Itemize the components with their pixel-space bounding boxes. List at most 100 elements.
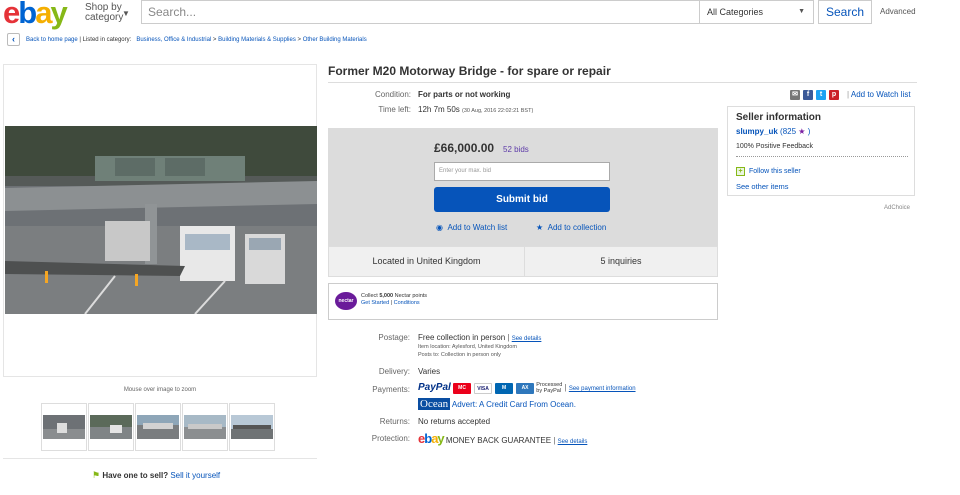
main-image-frame[interactable]: [3, 64, 317, 377]
thumbnail[interactable]: [88, 403, 134, 451]
feedback-score-link[interactable]: (825: [780, 127, 796, 136]
nectar-logo: nectar: [335, 292, 357, 310]
end-time: (30 Aug, 2016 22:02:21 BST): [462, 108, 534, 114]
thumbnail[interactable]: [41, 403, 87, 451]
add-to-watch-list-link[interactable]: | Add to Watch list: [847, 90, 911, 99]
breadcrumb-sep: >: [212, 37, 217, 43]
seller-id: slumpy_uk (825 ★ ): [736, 127, 810, 136]
see-payment-info-link[interactable]: See payment information: [569, 386, 636, 392]
listed-in-label: | Listed in category:: [79, 37, 132, 43]
bid-count-link[interactable]: 52 bids: [503, 145, 529, 154]
thumbnail[interactable]: [182, 403, 228, 451]
breadcrumb-item[interactable]: Building Materials & Supplies: [218, 37, 296, 43]
watch-label: Add to Watch list: [447, 223, 508, 232]
protection-see-details-link[interactable]: See details: [558, 439, 588, 445]
star-icon: ★: [536, 223, 544, 232]
delivery-value: Varies: [418, 367, 441, 376]
thumbnail[interactable]: [229, 403, 275, 451]
get-started-link[interactable]: Get Started: [361, 300, 389, 306]
payments-label: Payments:: [372, 385, 410, 394]
bridge-collapse-photo: [5, 126, 317, 314]
divider: [736, 156, 908, 157]
item-location: Item location: Aylesford, United Kingdom: [418, 344, 517, 350]
time-left-value: 12h 7m 50s: [418, 105, 460, 114]
seller-heading: Seller information: [736, 112, 822, 123]
nectar-text: Collect 5,000 Nectar points Get Started …: [361, 293, 428, 306]
pinterest-icon[interactable]: p: [829, 90, 839, 100]
chevron-down-icon: ▼: [798, 8, 805, 15]
advanced-search-link[interactable]: Advanced: [880, 7, 916, 16]
location-bar: Located in United Kingdom 5 inquiries: [328, 246, 718, 277]
protection-value: ebay MONEY BACK GUARANTEE | See details: [418, 431, 588, 446]
tag-icon: ⚑: [92, 470, 101, 480]
adchoice-link[interactable]: AdChoice: [884, 205, 910, 211]
ebay-logo[interactable]: ebay: [3, 0, 68, 30]
posts-to: Posts to: Collection in person only: [418, 352, 501, 358]
location-text: Located in United Kingdom: [329, 247, 525, 276]
search-input[interactable]: Search...: [141, 0, 699, 24]
add-to-collection-button[interactable]: ★ Add to collection: [536, 223, 606, 232]
add-watch-label: Add to Watch list: [850, 90, 911, 99]
delivery-label: Delivery:: [378, 367, 410, 376]
condition-value: For parts or not working: [418, 90, 511, 99]
time-left: 12h 7m 50s (30 Aug, 2016 22:02:21 BST): [418, 105, 533, 114]
collection-label: Add to collection: [547, 223, 607, 232]
breadcrumb-sep: >: [297, 37, 302, 43]
payment-methods: PayPal MC VISA M AX Processed by PayPal …: [418, 382, 636, 394]
postage-see-details-link[interactable]: See details: [512, 336, 542, 342]
amex-icon: AX: [516, 382, 535, 394]
postage-value: Free collection in person | See details: [418, 333, 542, 342]
plus-icon: +: [736, 167, 745, 176]
visa-icon: VISA: [474, 382, 493, 394]
bid-box: £66,000.00 52 bids Enter your max. bid S…: [328, 128, 718, 246]
paypal-logo: PayPal: [418, 382, 451, 394]
follow-label: Follow this seller: [749, 168, 801, 175]
back-to-home-link[interactable]: Back to home page: [26, 37, 78, 43]
ocean-logo: Ocean: [418, 398, 451, 410]
email-icon[interactable]: ✉: [790, 90, 800, 100]
header: ebay Shop by category ▼ Search... All Ca…: [0, 0, 960, 30]
category-label: category: [85, 12, 124, 23]
seller-username-link[interactable]: slumpy_uk: [736, 127, 778, 136]
thumbnail-strip: [41, 403, 275, 451]
divider: [3, 458, 317, 459]
nectar-collect: Collect: [361, 293, 378, 299]
add-to-watch-list-button[interactable]: ◉ Add to Watch list: [436, 223, 507, 232]
submit-bid-button[interactable]: Submit bid: [434, 187, 610, 212]
max-bid-input[interactable]: Enter your max. bid: [434, 162, 610, 181]
feedback-close: ): [807, 127, 811, 136]
sell-question: Have one to sell?: [102, 471, 169, 480]
breadcrumb: Back to home page | Listed in category: …: [26, 37, 367, 43]
follow-seller-link[interactable]: + Follow this seller: [736, 167, 801, 176]
breadcrumb-item[interactable]: Other Building Materials: [303, 37, 367, 43]
by-paypal-label: by PayPal: [536, 388, 562, 394]
nectar-points: 5,000: [379, 293, 394, 299]
star-icon: ★: [798, 127, 806, 136]
postage-text: Free collection in person: [418, 333, 506, 342]
conditions-link[interactable]: Conditions: [394, 300, 420, 306]
time-left-label: Time left:: [378, 105, 411, 114]
ebay-mbg-logo: ebay: [418, 431, 445, 446]
back-arrow-icon[interactable]: ‹: [7, 33, 20, 46]
item-title: Former M20 Motorway Bridge - for spare o…: [328, 64, 611, 78]
twitter-icon[interactable]: t: [816, 90, 826, 100]
returns-label: Returns:: [379, 417, 410, 426]
thumbnail[interactable]: [135, 403, 181, 451]
see-other-items-link[interactable]: See other items: [736, 182, 789, 191]
nectar-promo: nectar Collect 5,000 Nectar points Get S…: [328, 283, 718, 320]
zoom-hint: Mouse over image to zoom: [123, 387, 197, 393]
category-select[interactable]: All Categories ▼: [699, 0, 814, 24]
returns-value: No returns accepted: [418, 417, 491, 426]
main-photo[interactable]: [5, 126, 317, 314]
ocean-advert[interactable]: Ocean Advert: A Credit Card From Ocean.: [418, 398, 576, 410]
facebook-icon[interactable]: f: [803, 90, 813, 100]
maestro-icon: M: [495, 382, 514, 394]
sell-it-yourself-link[interactable]: Sell it yourself: [170, 471, 220, 480]
divider: [328, 82, 917, 83]
positive-feedback: 100% Positive Feedback: [736, 143, 814, 150]
inquiries-count: 5 inquiries: [600, 256, 642, 266]
breadcrumb-item[interactable]: Business, Office & Industrial: [136, 37, 211, 43]
shop-by-category-button[interactable]: Shop by category ▼: [85, 3, 130, 23]
chevron-down-icon: ▼: [122, 9, 130, 18]
search-button[interactable]: Search: [818, 0, 872, 24]
